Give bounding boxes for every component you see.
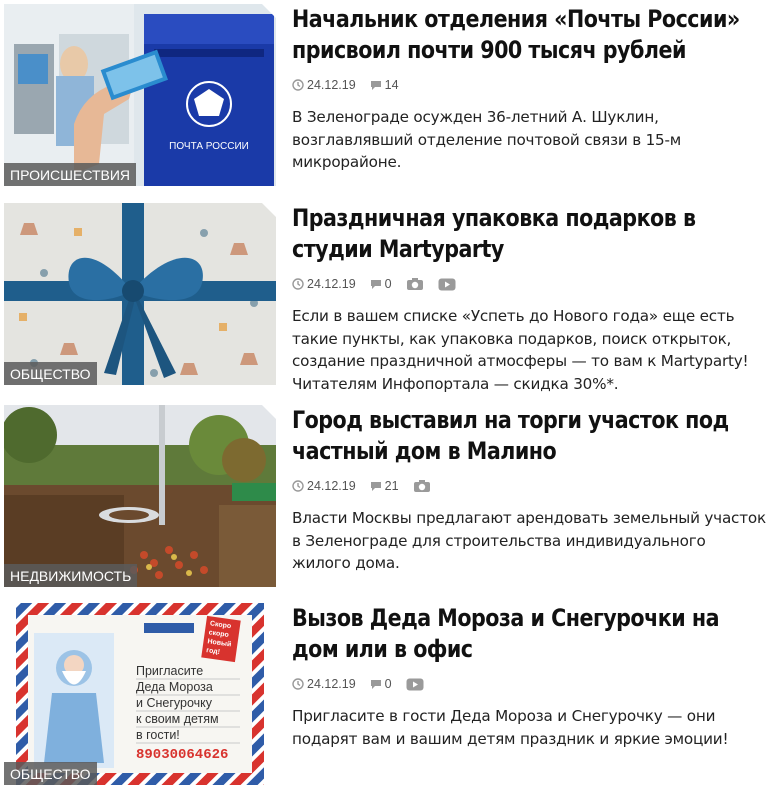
news-meta: 24.12.19 0 [292, 275, 766, 293]
news-meta: 24.12.19 0 [292, 675, 766, 693]
category-tag[interactable]: ПРОИСШЕСТВИЯ [4, 163, 137, 186]
category-tag[interactable]: ОБЩЕСТВО [4, 762, 97, 785]
comments-group[interactable]: 14 [370, 78, 399, 92]
corner-fold [262, 203, 276, 217]
comments-group[interactable]: 0 [370, 677, 392, 691]
news-title[interactable]: Праздничная упаковка подарков в студии M… [292, 203, 765, 265]
news-date: 24.12.19 [307, 277, 356, 291]
news-meta: 24.12.19 14 [292, 76, 766, 94]
comment-icon [370, 481, 381, 491]
news-thumbnail[interactable]: ПОЧТА РОССИИ ПРОИСШЕСТВИЯ [4, 4, 276, 186]
svg-text:ПОЧТА РОССИИ: ПОЧТА РОССИИ [169, 141, 249, 152]
news-thumbnail[interactable]: НЕДВИЖИМОСТЬ [4, 405, 276, 587]
news-title[interactable]: Начальник отделения «Почты России» присв… [292, 4, 765, 66]
comments-group[interactable]: 0 [370, 277, 392, 291]
date-group: 24.12.19 [292, 78, 356, 92]
video-indicator [438, 278, 456, 291]
svg-text:Деда Мороза: Деда Мороза [136, 680, 213, 694]
photo-indicator [406, 277, 424, 291]
video-indicator [406, 678, 424, 691]
corner-fold [262, 4, 276, 18]
comment-count: 0 [384, 677, 392, 691]
gift-wrap-image [4, 203, 276, 385]
svg-text:к своим детям: к своим детям [136, 712, 219, 726]
clock-icon [292, 79, 304, 91]
comment-icon [370, 80, 381, 90]
news-thumbnail[interactable]: ОБЩЕСТВО [4, 203, 276, 385]
comment-icon [370, 679, 381, 689]
photo-indicator [413, 479, 431, 493]
comment-count: 0 [384, 277, 392, 291]
clock-icon [292, 480, 304, 492]
svg-text:89030064626: 89030064626 [136, 747, 228, 763]
clock-icon [292, 678, 304, 690]
category-tag[interactable]: НЕДВИЖИМОСТЬ [4, 564, 138, 587]
news-thumbnail[interactable]: Скоро скоро Новый год! Пригласите Деда М… [4, 603, 276, 785]
land-plot-image [4, 405, 276, 587]
comment-count: 21 [384, 479, 399, 493]
category-tag[interactable]: ОБЩЕСТВО [4, 362, 97, 385]
news-content: Начальник отделения «Почты России» присв… [292, 4, 766, 174]
comments-group[interactable]: 21 [370, 479, 399, 493]
date-group: 24.12.19 [292, 277, 356, 291]
camera-icon [406, 278, 423, 290]
comment-icon [370, 279, 381, 289]
news-lead: Если в вашем списке «Успеть до Нового го… [292, 307, 749, 393]
post-office-image: ПОЧТА РОССИИ [4, 4, 276, 186]
date-group: 24.12.19 [292, 677, 356, 691]
news-lead: Пригласите в гости Деда Мороза и Снегуро… [292, 707, 729, 748]
news-date: 24.12.19 [307, 677, 356, 691]
news-lead: Власти Москвы предлагают арендовать земе… [292, 509, 766, 572]
comment-count: 14 [384, 78, 399, 92]
news-title[interactable]: Вызов Деда Мороза и Снегурочки на дом ил… [292, 603, 765, 665]
news-date: 24.12.19 [307, 78, 356, 92]
clock-icon [292, 278, 304, 290]
news-content: Город выставил на торги участок под част… [292, 405, 766, 575]
svg-text:и Снегурочку: и Снегурочку [136, 696, 213, 710]
svg-text:в гости!: в гости! [136, 728, 180, 742]
news-lead: В Зеленограде осужден 36-летний А. Шукли… [292, 108, 682, 171]
news-content: Праздничная упаковка подарков в студии M… [292, 203, 766, 395]
news-title[interactable]: Город выставил на торги участок под част… [292, 405, 765, 467]
corner-fold [262, 405, 276, 419]
date-group: 24.12.19 [292, 479, 356, 493]
postcard-image: Скоро скоро Новый год! Пригласите Деда М… [16, 603, 264, 785]
camera-icon [413, 480, 430, 492]
news-meta: 24.12.19 21 [292, 477, 766, 495]
video-icon [438, 278, 456, 290]
news-date: 24.12.19 [307, 479, 356, 493]
video-icon [406, 678, 424, 690]
svg-text:Пригласите: Пригласите [136, 664, 203, 678]
news-content: Вызов Деда Мороза и Снегурочки на дом ил… [292, 603, 766, 750]
